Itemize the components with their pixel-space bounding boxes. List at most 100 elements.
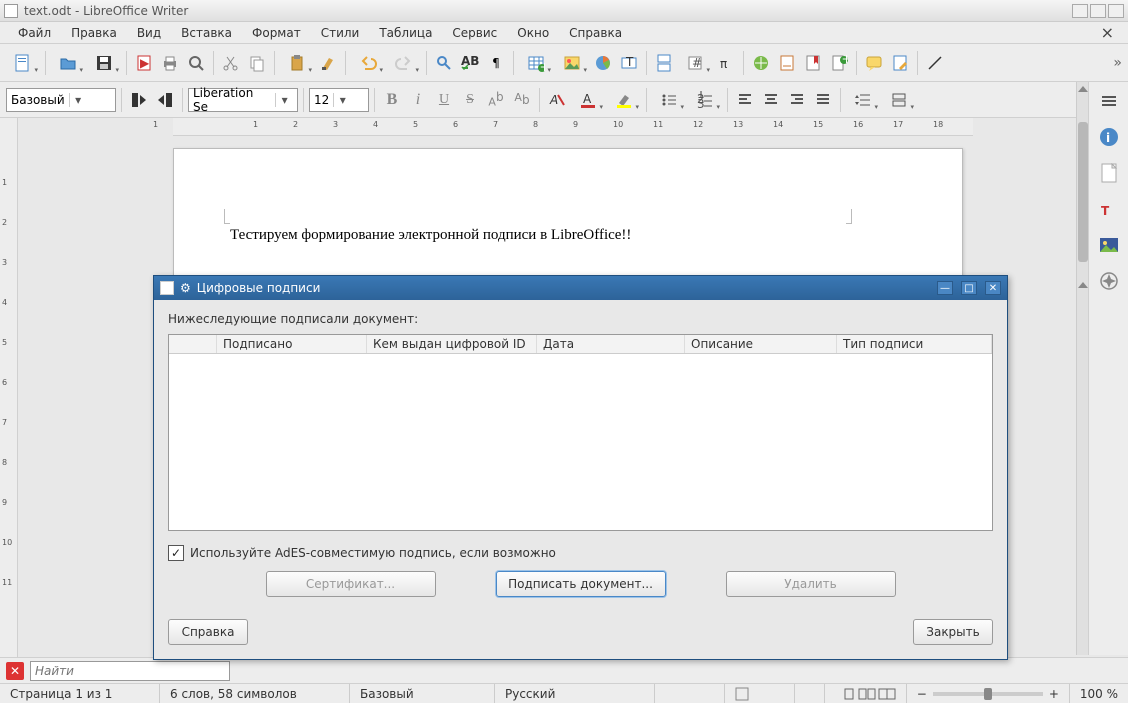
track-changes-button[interactable]: + <box>827 51 851 75</box>
print-button[interactable] <box>158 51 182 75</box>
open-button[interactable] <box>51 51 85 75</box>
menu-file[interactable]: Файл <box>8 24 61 42</box>
insert-hyperlink-button[interactable] <box>749 51 773 75</box>
print-preview-button[interactable] <box>184 51 208 75</box>
zoom-out-icon[interactable]: − <box>917 687 927 701</box>
table-header-date[interactable]: Дата <box>537 335 685 353</box>
format-paintbrush-button[interactable] <box>316 51 340 75</box>
font-name-combo[interactable]: Liberation Se▾ <box>188 88 298 112</box>
line-spacing-button[interactable] <box>846 88 880 112</box>
paste-button[interactable] <box>280 51 314 75</box>
sidebar-navigator-icon[interactable] <box>1096 268 1122 294</box>
dialog-help-button[interactable]: Справка <box>168 619 248 645</box>
bold-button[interactable]: B <box>380 88 404 112</box>
align-center-button[interactable] <box>759 88 783 112</box>
status-wordcount[interactable]: 6 слов, 58 символов <box>160 684 350 703</box>
insert-field-button[interactable]: # <box>678 51 712 75</box>
spellcheck-button[interactable]: ABC <box>458 51 482 75</box>
strikethrough-button[interactable]: S <box>458 88 482 112</box>
minimize-button[interactable] <box>1072 4 1088 18</box>
new-doc-button[interactable] <box>6 51 40 75</box>
menu-window[interactable]: Окно <box>507 24 559 42</box>
zoom-in-icon[interactable]: + <box>1049 687 1059 701</box>
bullet-list-button[interactable] <box>652 88 686 112</box>
subscript-button[interactable]: Ab <box>510 88 534 112</box>
paragraph-style-combo[interactable]: Базовый▾ <box>6 88 116 112</box>
status-signature[interactable] <box>795 684 825 703</box>
toolbar-overflow-icon[interactable]: » <box>1113 55 1122 71</box>
table-header-icon[interactable] <box>169 335 217 353</box>
undo-button[interactable] <box>351 51 385 75</box>
font-color-button[interactable]: A <box>571 88 605 112</box>
table-header-issuer[interactable]: Кем выдан цифровой ID <box>367 335 537 353</box>
insert-chart-button[interactable] <box>591 51 615 75</box>
dialog-close-button[interactable]: ✕ <box>985 281 1001 295</box>
menu-tools[interactable]: Сервис <box>442 24 507 42</box>
document-body-text[interactable]: Тестируем формирование электронной подпи… <box>230 227 631 244</box>
cut-button[interactable] <box>219 51 243 75</box>
single-page-view-icon[interactable] <box>842 687 856 701</box>
nonprinting-chars-button[interactable]: ¶ <box>484 51 508 75</box>
sidebar-settings-icon[interactable] <box>1096 88 1122 114</box>
menu-edit[interactable]: Правка <box>61 24 127 42</box>
edit-doc-button[interactable] <box>888 51 912 75</box>
maximize-button[interactable] <box>1090 4 1106 18</box>
vertical-scrollbar[interactable] <box>1076 82 1088 655</box>
sidebar-styles-icon[interactable]: T <box>1096 196 1122 222</box>
find-replace-button[interactable] <box>432 51 456 75</box>
status-insert-mode[interactable] <box>655 684 725 703</box>
menu-view[interactable]: Вид <box>127 24 171 42</box>
insert-textbox-button[interactable]: T <box>617 51 641 75</box>
sidebar-properties-icon[interactable]: i <box>1096 124 1122 150</box>
horizontal-ruler[interactable]: 1 12 34 56 78 910 1112 1314 1516 1718 <box>173 118 973 136</box>
delete-signature-button[interactable]: Удалить <box>726 571 896 597</box>
export-pdf-button[interactable]: ▶ <box>132 51 156 75</box>
insert-bookmark-button[interactable] <box>801 51 825 75</box>
sidebar-gallery-icon[interactable] <box>1096 232 1122 258</box>
paragraph-spacing-button[interactable] <box>882 88 916 112</box>
find-close-button[interactable]: ✕ <box>6 662 24 680</box>
save-button[interactable] <box>87 51 121 75</box>
book-view-icon[interactable] <box>878 687 896 701</box>
close-button[interactable] <box>1108 4 1124 18</box>
menu-table[interactable]: Таблица <box>369 24 442 42</box>
underline-button[interactable]: U <box>432 88 456 112</box>
status-page[interactable]: Страница 1 из 1 <box>0 684 160 703</box>
copy-button[interactable] <box>245 51 269 75</box>
new-style-button[interactable] <box>153 88 177 112</box>
line-tool-button[interactable] <box>923 51 947 75</box>
find-input[interactable] <box>30 661 230 681</box>
update-style-button[interactable] <box>127 88 151 112</box>
status-style[interactable]: Базовый <box>350 684 495 703</box>
insert-footnote-button[interactable] <box>775 51 799 75</box>
dialog-minimize-button[interactable]: — <box>937 281 953 295</box>
table-header-description[interactable]: Описание <box>685 335 837 353</box>
certificate-button[interactable]: Сертификат... <box>266 571 436 597</box>
zoom-controls[interactable]: − + <box>906 684 1069 703</box>
signatures-table[interactable]: Подписано Кем выдан цифровой ID Дата Опи… <box>168 334 993 531</box>
insert-special-char-button[interactable]: π <box>714 51 738 75</box>
sidebar-page-icon[interactable] <box>1096 160 1122 186</box>
highlight-color-button[interactable] <box>607 88 641 112</box>
superscript-button[interactable]: Ab <box>484 88 508 112</box>
menu-format[interactable]: Формат <box>242 24 311 42</box>
status-language[interactable]: Русский <box>495 684 655 703</box>
menu-help[interactable]: Справка <box>559 24 632 42</box>
insert-pagebreak-button[interactable] <box>652 51 676 75</box>
zoom-percent[interactable]: 100 % <box>1069 684 1128 703</box>
dialog-maximize-button[interactable]: □ <box>961 281 977 295</box>
italic-button[interactable]: i <box>406 88 430 112</box>
insert-table-button[interactable]: + <box>519 51 553 75</box>
zoom-slider[interactable] <box>933 692 1043 696</box>
close-doc-icon[interactable]: × <box>1095 23 1120 42</box>
dialog-close-button-footer[interactable]: Закрыть <box>913 619 993 645</box>
insert-image-button[interactable] <box>555 51 589 75</box>
align-left-button[interactable] <box>733 88 757 112</box>
insert-comment-button[interactable] <box>862 51 886 75</box>
font-size-combo[interactable]: 12▾ <box>309 88 369 112</box>
table-header-signed[interactable]: Подписано <box>217 335 367 353</box>
clear-formatting-button[interactable]: A <box>545 88 569 112</box>
menu-styles[interactable]: Стили <box>311 24 370 42</box>
status-selection-mode[interactable] <box>725 684 795 703</box>
numbered-list-button[interactable]: 123 <box>688 88 722 112</box>
